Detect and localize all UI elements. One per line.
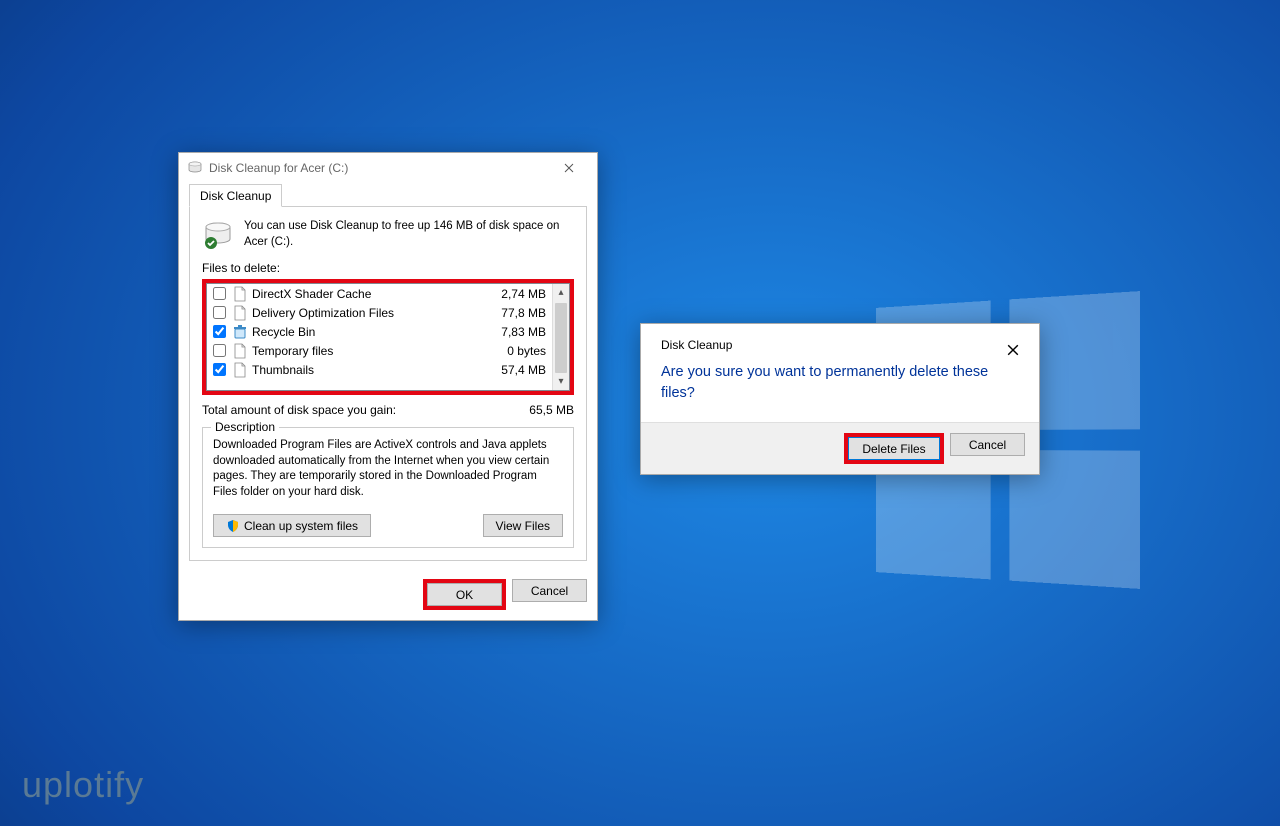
highlight-files-list: DirectX Shader Cache 2,74 MB Delivery Opti… <box>202 279 574 395</box>
file-name: Delivery Optimization Files <box>252 306 493 320</box>
scroll-up-icon[interactable]: ▴ <box>553 284 569 301</box>
confirm-dialog: Disk Cleanup Are you sure you want to pe… <box>640 323 1040 475</box>
confirm-cancel-button[interactable]: Cancel <box>950 433 1025 456</box>
scroll-thumb[interactable] <box>555 303 567 373</box>
file-size: 2,74 MB <box>501 287 546 301</box>
recycle-bin-icon <box>232 324 248 340</box>
scroll-down-icon[interactable]: ▾ <box>553 373 569 390</box>
total-space-value: 65,5 MB <box>529 403 574 417</box>
file-item[interactable]: Thumbnails 57,4 MB <box>207 360 552 379</box>
scrollbar[interactable]: ▴ ▾ <box>552 284 569 390</box>
confirm-title: Disk Cleanup <box>661 338 1007 352</box>
file-name: Recycle Bin <box>252 325 493 339</box>
confirm-cancel-label: Cancel <box>969 438 1006 452</box>
file-size: 0 bytes <box>507 344 546 358</box>
ok-label: OK <box>456 588 473 602</box>
delete-files-label: Delete Files <box>862 442 925 456</box>
shield-icon <box>226 519 240 533</box>
title-text: Disk Cleanup for Acer (C:) <box>209 161 549 175</box>
titlebar[interactable]: Disk Cleanup for Acer (C:) <box>179 153 597 183</box>
delete-files-button[interactable]: Delete Files <box>848 437 940 460</box>
files-listbox[interactable]: DirectX Shader Cache 2,74 MB Delivery Opti… <box>206 283 570 391</box>
total-space-label: Total amount of disk space you gain: <box>202 403 529 417</box>
disk-large-icon <box>202 219 234 251</box>
file-size: 57,4 MB <box>501 363 546 377</box>
file-checkbox[interactable] <box>213 325 226 338</box>
file-checkbox[interactable] <box>213 363 226 376</box>
clean-up-system-files-button[interactable]: Clean up system files <box>213 514 371 537</box>
files-to-delete-label: Files to delete: <box>202 261 574 275</box>
file-checkbox[interactable] <box>213 306 226 319</box>
disk-cleanup-icon <box>187 160 203 176</box>
cancel-button[interactable]: Cancel <box>512 579 587 602</box>
file-size: 7,83 MB <box>501 325 546 339</box>
watermark: uplotify <box>22 764 144 806</box>
file-item[interactable]: Recycle Bin 7,83 MB <box>207 322 552 341</box>
file-item[interactable]: Delivery Optimization Files 77,8 MB <box>207 303 552 322</box>
file-name: DirectX Shader Cache <box>252 287 493 301</box>
file-item[interactable]: DirectX Shader Cache 2,74 MB <box>207 284 552 303</box>
tab-disk-cleanup[interactable]: Disk Cleanup <box>189 184 282 207</box>
file-icon <box>232 343 248 359</box>
file-icon <box>232 362 248 378</box>
cancel-label: Cancel <box>531 584 568 598</box>
confirm-close-button[interactable] <box>1007 344 1019 356</box>
file-item[interactable]: Temporary files 0 bytes <box>207 341 552 360</box>
cleanup-btn-label: Clean up system files <box>244 519 358 533</box>
file-icon <box>232 286 248 302</box>
file-name: Thumbnails <box>252 363 493 377</box>
ok-button[interactable]: OK <box>427 583 502 606</box>
file-checkbox[interactable] <box>213 287 226 300</box>
close-icon <box>564 163 574 173</box>
viewfiles-btn-label: View Files <box>496 519 550 533</box>
close-icon <box>1007 344 1019 356</box>
info-text: You can use Disk Cleanup to free up 146 … <box>244 219 574 251</box>
close-button[interactable] <box>549 154 589 182</box>
file-icon <box>232 305 248 321</box>
highlight-delete-files: Delete Files <box>844 433 944 464</box>
description-heading: Description <box>211 420 279 434</box>
file-name: Temporary files <box>252 344 499 358</box>
file-checkbox[interactable] <box>213 344 226 357</box>
disk-cleanup-dialog: Disk Cleanup for Acer (C:) Disk Cleanup … <box>178 152 598 621</box>
view-files-button[interactable]: View Files <box>483 514 563 537</box>
description-text: Downloaded Program Files are ActiveX con… <box>213 438 563 504</box>
description-group: Description Downloaded Program Files are… <box>202 427 574 548</box>
highlight-ok: OK <box>423 579 506 610</box>
tab-body: You can use Disk Cleanup to free up 146 … <box>189 206 587 561</box>
confirm-text: Are you sure you want to permanently del… <box>661 362 1019 404</box>
file-size: 77,8 MB <box>501 306 546 320</box>
